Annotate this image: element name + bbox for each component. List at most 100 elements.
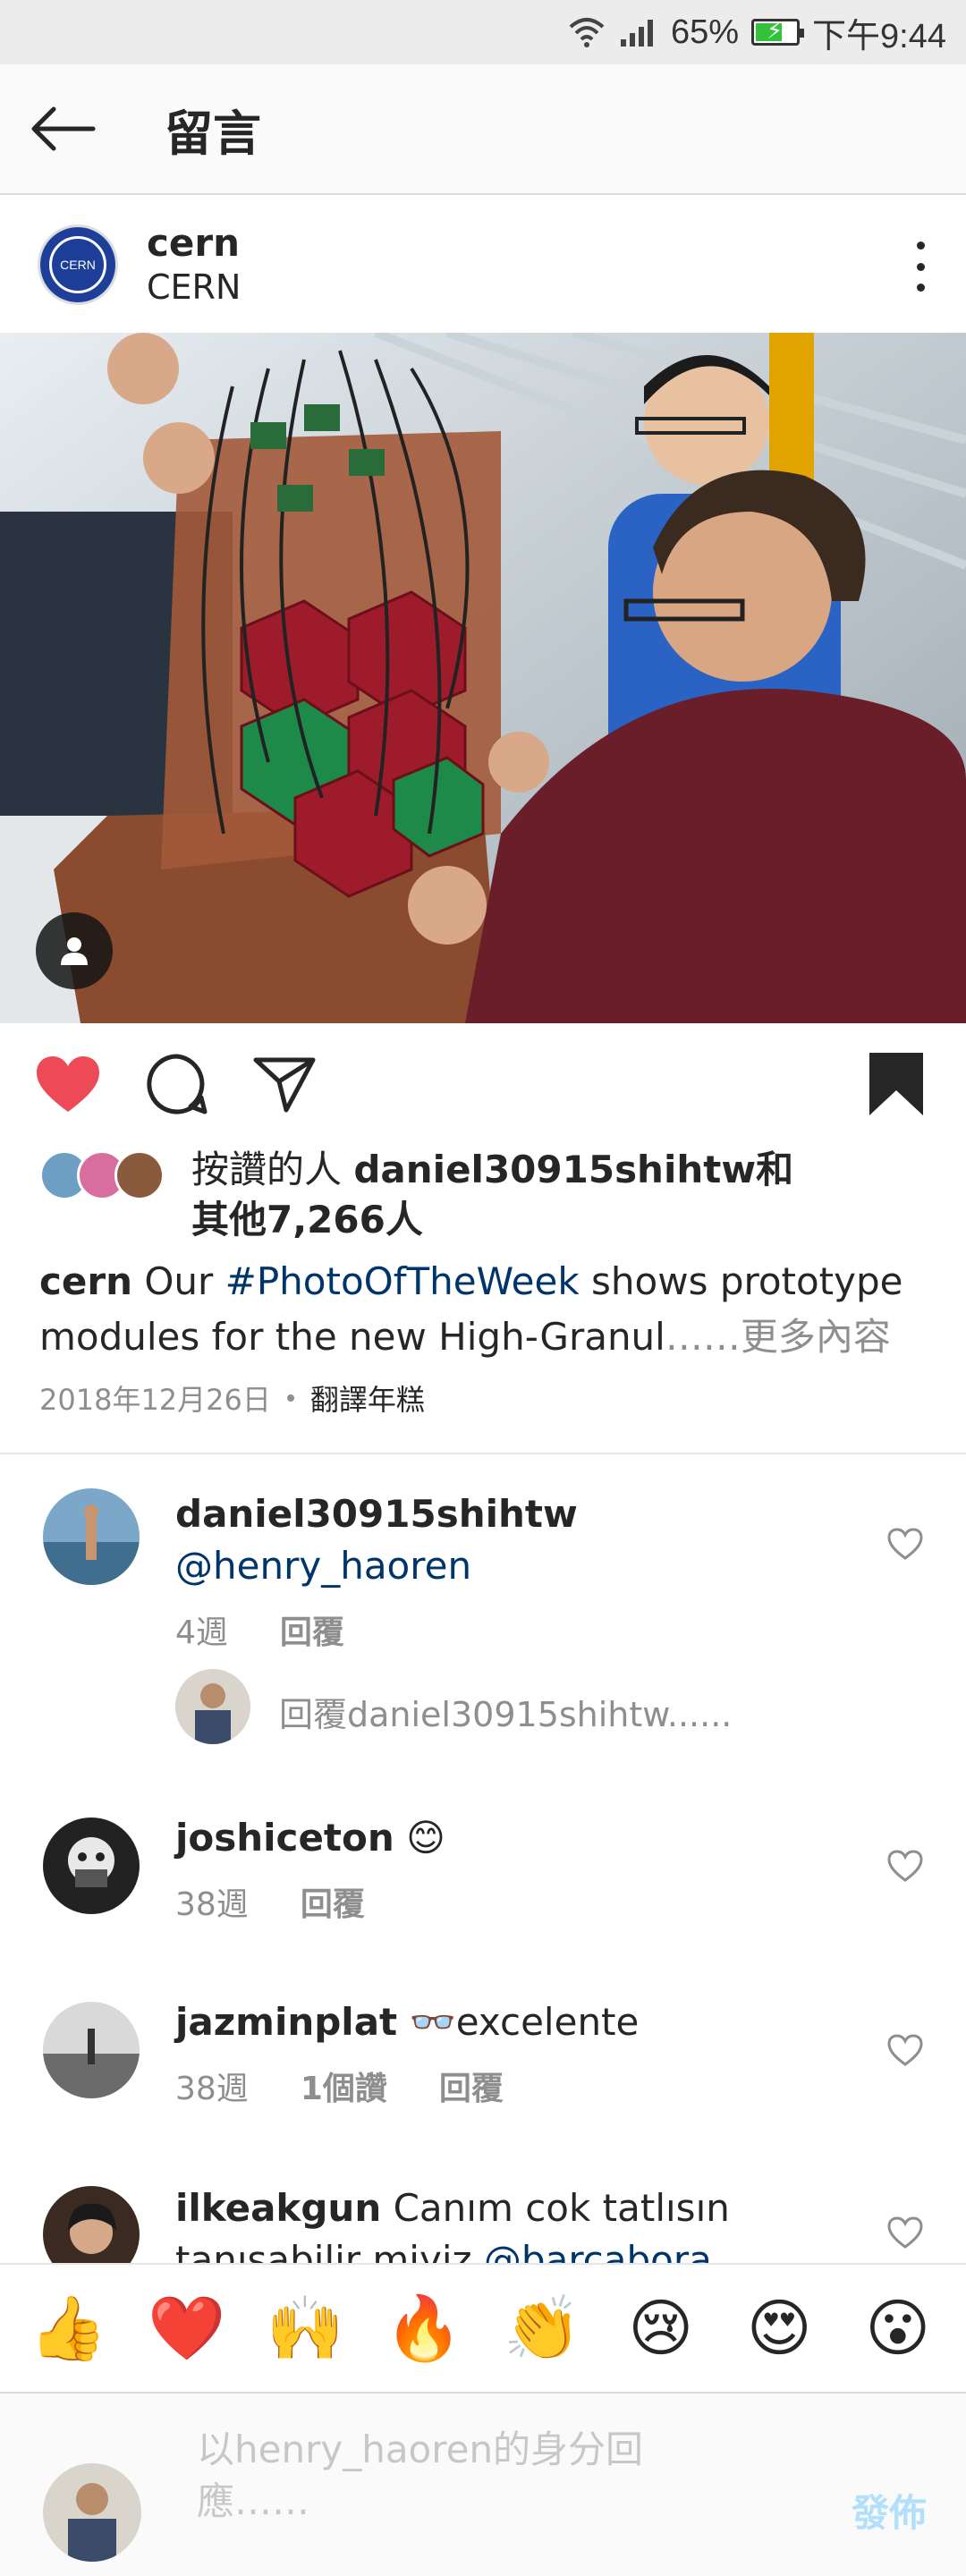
commenter-avatar[interactable] [43,2002,140,2098]
emoji-crying-face[interactable]: 😢 [607,2264,715,2393]
save-button[interactable] [860,1048,932,1120]
like-button[interactable] [32,1048,104,1120]
commenter-avatar[interactable] [43,1488,140,1585]
comment-username[interactable]: ilkeakgun [175,2186,381,2230]
battery-percent: 65% [670,13,740,51]
reply-button[interactable]: 回覆 [280,1606,344,1653]
emoji-clapping-hands[interactable]: 👏 [488,2264,596,2393]
post-comment-button[interactable]: 發佈 [852,2483,927,2538]
comment-meta: 4週 回覆 [175,1606,855,1653]
comment-text: daniel30915shihtw @henry_haoren [175,1488,855,1592]
caption-more-link[interactable]: ……更多內容 [665,1315,891,1359]
comment-body: jazminplat 👓excelente 38週 1個讚 回覆 [175,1996,855,2109]
comment-content: 👓excelente [409,2000,640,2044]
post-meta: 2018年12月26日 翻譯年糕 [39,1377,425,1419]
comment-mention[interactable]: @henry_haoren [175,1544,471,1588]
likes-user[interactable]: daniel30915shihtw [353,1148,756,1191]
view-replies-link[interactable]: 回覆daniel30915shihtw...... [175,1669,891,1744]
comment-item: joshiceton 😊 38週 回覆 [0,1812,966,1937]
comment-body: joshiceton 😊 38週 回覆 [175,1812,855,1925]
reply-button[interactable]: 回覆 [439,2063,504,2109]
heart-filled-icon [37,1056,99,1112]
post-author-row: CERN cern CERN [0,197,966,333]
comment-time: 38週 [175,2071,249,2107]
likes-summary: 按讚的人 daniel30915shihtw和 其他7,266人 [191,1145,835,1245]
signal-icon [620,20,653,47]
comment-meta: 38週 回覆 [175,1878,855,1925]
author-display-name: CERN [147,267,242,307]
commenter-avatar[interactable] [43,2186,140,2263]
comment-text: joshiceton 😊 [175,1812,855,1864]
current-user-avatar [43,2463,141,2562]
caption-username[interactable]: cern [39,1259,132,1303]
meta-separator-dot [286,1394,294,1402]
divider [0,1453,966,1454]
comment-time: 38週 [175,1886,249,1923]
comment-body: daniel30915shihtw @henry_haoren 4週 回覆 [175,1488,855,1653]
comment-meta: 38週 1個讚 回覆 [175,2063,855,2109]
emoji-thumbs-up[interactable]: 👍 [14,2264,122,2393]
author-username[interactable]: cern [147,221,241,266]
comment-input[interactable]: 以henry_haoren的身分回應…… [197,2424,698,2528]
comment-like-count[interactable]: 1個讚 [301,2063,387,2109]
heart-outline-icon[interactable] [887,2215,923,2250]
vertical-dots-icon[interactable] [907,242,934,292]
likes-others[interactable]: 其他7,266人 [191,1198,423,1241]
caption-hashtag[interactable]: #PhotoOfTheWeek [225,1259,580,1303]
comment-body: ilkeakgun Canım cok tatlısın tanışabilir… [175,2182,855,2263]
comment-content: 😊 [406,1816,445,1860]
battery-charging-icon: ⚡ [751,18,805,46]
post-action-bar [0,1029,966,1136]
reply-button[interactable]: 回覆 [301,1878,365,1925]
comment-composer: 以henry_haoren的身分回應…… 發佈 [0,2392,966,2576]
comment-mention[interactable]: @barcabora [484,2238,712,2263]
person-icon [61,937,88,965]
comment-item: ilkeakgun Canım cok tatlısın tanışabilir… [0,2182,966,2263]
clock: 下午9:44 [812,17,946,55]
top-header: 留言 [0,64,966,195]
view-replies-text: 回覆daniel30915shihtw...... [279,1695,733,1734]
bookmark-filled-icon [869,1053,923,1115]
reply-avatar [175,1669,250,1744]
paper-plane-icon [253,1057,316,1113]
user-tag-button[interactable] [36,912,113,989]
wifi-icon [569,18,605,47]
heart-outline-icon[interactable] [887,1848,923,1884]
emoji-surprised-face[interactable]: 😮 [844,2264,952,2393]
share-button[interactable] [249,1048,320,1120]
liker-avatar [114,1150,165,1200]
likes-row[interactable]: 按讚的人 daniel30915shihtw和 其他7,266人 [39,1145,934,1243]
emoji-quick-bar: 👍 ❤️ 🙌 🔥 👏 😢 😍 😮 [0,2263,966,2392]
comment-text: jazminplat 👓excelente [175,1996,855,2048]
status-bar: 65% ⚡ 下午9:44 [0,0,966,64]
likes-prefix: 按讚的人 [191,1148,354,1191]
comment-username[interactable]: joshiceton [175,1816,394,1860]
comment-item: daniel30915shihtw @henry_haoren 4週 回覆 [0,1488,966,1651]
page-title: 留言 [165,105,261,162]
comment-username[interactable]: jazminplat [175,2000,397,2044]
likes-suffix: 和 [756,1148,794,1191]
comment-time: 4週 [175,1614,228,1651]
author-avatar-text: CERN [49,236,106,293]
post-photo[interactable] [0,333,966,1023]
photo-illustration [0,333,966,1023]
emoji-raised-hands[interactable]: 🙌 [251,2264,359,2393]
caption-pre: Our [132,1259,225,1303]
post-date: 2018年12月26日 [39,1383,271,1417]
emoji-heart-eyes[interactable]: 😍 [725,2264,833,2393]
comment-bubble-icon [147,1054,208,1114]
emoji-red-heart[interactable]: ❤️ [133,2264,241,2393]
arrow-left-icon [31,106,96,151]
commenter-avatar[interactable] [43,1818,140,1914]
comment-item: jazminplat 👓excelente 38週 1個讚 回覆 [0,1996,966,2122]
translate-link[interactable]: 翻譯年糕 [310,1377,425,1419]
author-text: cern CERN [147,221,241,309]
comment-username[interactable]: daniel30915shihtw [175,1492,578,1536]
author-avatar[interactable]: CERN [38,225,118,305]
heart-outline-icon[interactable] [887,1526,923,1562]
comment-text: ilkeakgun Canım cok tatlısın tanışabilir… [175,2182,855,2263]
comment-button[interactable] [141,1048,213,1120]
emoji-fire[interactable]: 🔥 [370,2264,478,2393]
heart-outline-icon[interactable] [887,2032,923,2068]
back-button[interactable] [0,64,125,194]
